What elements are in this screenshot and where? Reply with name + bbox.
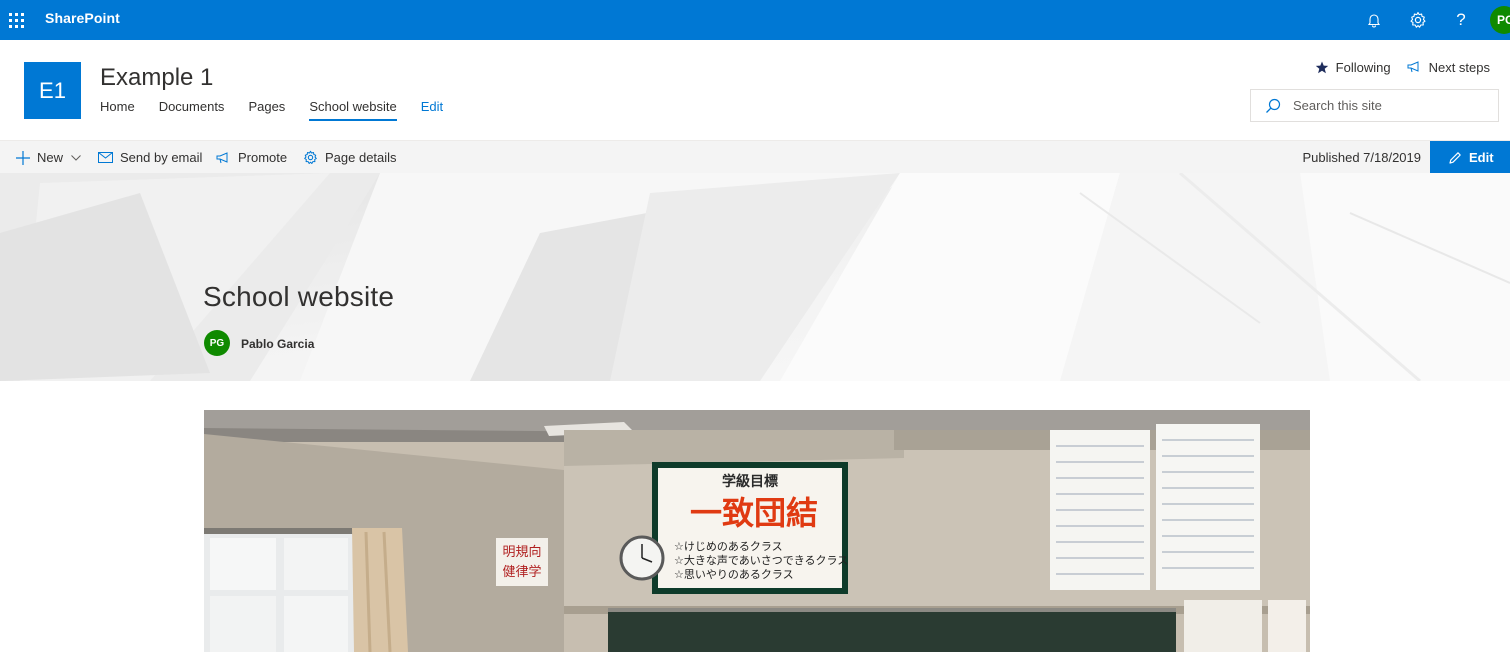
send-by-email-button[interactable]: Send by email <box>98 141 202 174</box>
site-search-box[interactable] <box>1250 89 1499 122</box>
command-bar: New Send by email Promote Page details P… <box>0 140 1510 174</box>
classroom-photo[interactable]: 明規向 健律学 学級目標 一致団結 ☆けじめのあるクラス ☆大きな声であいさつで… <box>204 410 1310 652</box>
author-avatar[interactable]: PG <box>204 330 230 356</box>
site-navigation: Home Documents Pages School website Edit <box>100 97 467 123</box>
page-details-label: Page details <box>325 150 397 165</box>
gear-icon[interactable] <box>1398 0 1438 40</box>
goal-header: 学級目標 <box>722 473 778 490</box>
edit-page-button[interactable]: Edit <box>1430 141 1510 174</box>
search-icon <box>1266 98 1281 113</box>
gear-icon <box>304 150 317 164</box>
promote-label: Promote <box>238 150 288 165</box>
pencil-icon <box>1449 151 1461 164</box>
user-avatar[interactable]: PG <box>1490 6 1510 34</box>
new-button[interactable]: New <box>16 141 81 174</box>
new-label: New <box>37 150 64 165</box>
megaphone-icon <box>1407 61 1419 73</box>
goal-main: 一致団結 <box>690 494 818 532</box>
side-sign-line-2: 健律学 <box>502 564 541 580</box>
mail-icon <box>98 152 113 163</box>
plus-icon <box>16 150 30 165</box>
next-steps-label: Next steps <box>1428 59 1490 75</box>
side-sign-line-1: 明規向 <box>502 544 541 560</box>
chevron-down-icon <box>71 154 81 161</box>
following-button[interactable]: Following <box>1315 60 1391 75</box>
bell-icon[interactable] <box>1354 0 1394 40</box>
nav-school-website[interactable]: School website <box>309 97 398 121</box>
page-title: School website <box>203 281 395 312</box>
megaphone-icon <box>216 151 228 163</box>
waffle-icon[interactable] <box>0 0 32 40</box>
author-name[interactable]: Pablo Garcia <box>241 337 314 351</box>
nav-pages[interactable]: Pages <box>248 97 285 121</box>
nav-home[interactable]: Home <box>100 97 135 121</box>
page-details-button[interactable]: Page details <box>303 141 397 174</box>
goal-line-2: ☆大きな声であいさつできるクラス <box>674 553 848 567</box>
site-logo[interactable]: E1 <box>24 62 81 119</box>
site-actions: Following Next steps <box>1299 58 1490 76</box>
next-steps-button[interactable]: Next steps <box>1407 60 1490 75</box>
search-input[interactable] <box>1293 98 1493 113</box>
goal-line-1: ☆けじめのあるクラス <box>674 540 783 553</box>
send-by-email-label: Send by email <box>120 150 203 165</box>
suite-bar: SharePoint ? PG <box>0 0 1510 40</box>
star-filled-icon <box>1315 61 1328 73</box>
edit-label: Edit <box>1469 150 1494 165</box>
promote-button[interactable]: Promote <box>216 141 287 174</box>
following-label: Following <box>1335 59 1391 75</box>
site-title[interactable]: Example 1 <box>100 64 213 92</box>
help-icon[interactable]: ? <box>1441 0 1481 40</box>
published-status: Published 7/18/2019 <box>1302 150 1421 165</box>
brand-name[interactable]: SharePoint <box>45 10 120 26</box>
nav-documents[interactable]: Documents <box>159 97 225 121</box>
nav-edit-link[interactable]: Edit <box>421 97 443 121</box>
goal-line-3: ☆思いやりのあるクラス <box>674 568 794 581</box>
title-banner: School website PG Pablo Garcia <box>0 173 1510 381</box>
